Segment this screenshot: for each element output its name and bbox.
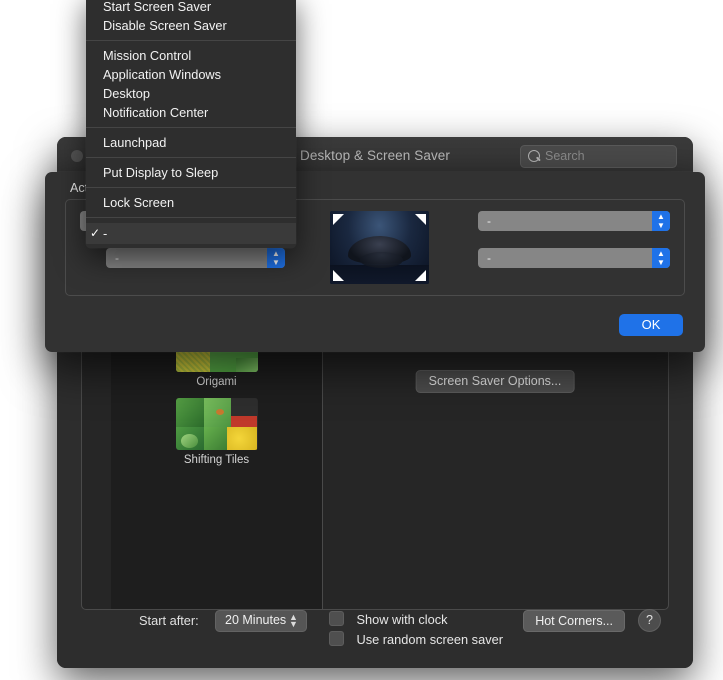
show-with-clock-label: Show with clock (356, 612, 448, 627)
start-after-select[interactable]: 20 Minutes ▲ ▼ (215, 610, 307, 632)
help-button[interactable]: ? (638, 609, 661, 632)
menu-item-notification-center[interactable]: Notification Center (86, 103, 296, 122)
menu-separator (86, 40, 296, 41)
hot-corner-bottom-right-select[interactable]: - ▲ ▼ (478, 248, 670, 268)
menu-separator (86, 127, 296, 128)
menu-item-none-selected[interactable]: ✓ - (86, 223, 296, 244)
chevron-updown-icon[interactable]: ▲▼ (652, 248, 670, 268)
menu-item-disable-screen-saver[interactable]: Disable Screen Saver (86, 16, 296, 35)
menu-separator (86, 217, 296, 218)
menu-item-label: - (103, 226, 108, 241)
corner-indicator-top-left (333, 214, 344, 225)
corner-indicator-bottom-right (415, 270, 426, 281)
desktop-background: Desktop & Screen Saver Search Flip-up (0, 0, 723, 680)
checkbox-box[interactable] (329, 631, 344, 646)
hot-corner-bottom-left-select[interactable]: - ▲ ▼ (106, 248, 285, 268)
search-placeholder: Search (545, 149, 585, 163)
chevron-updown-icon: ▲ ▼ (289, 612, 298, 629)
chevron-updown-icon[interactable]: ▲▼ (267, 248, 285, 268)
screen-saver-thumbnail[interactable] (175, 398, 258, 450)
menu-item-application-windows[interactable]: Application Windows (86, 65, 296, 84)
hot-corner-bottom-left-value: - (115, 251, 119, 265)
corner-indicator-top-right (415, 214, 426, 225)
screen-saver-name: Shifting Tiles (183, 454, 250, 466)
checkmark-icon: ✓ (90, 226, 101, 240)
screen-saver-name: Origami (196, 376, 237, 388)
menu-item-start-screen-saver[interactable]: Start Screen Saver (86, 0, 296, 16)
menu-item-lock-screen[interactable]: Lock Screen (86, 193, 296, 212)
desktop-preview-thumbnail (330, 211, 429, 284)
ok-button[interactable]: OK (619, 314, 683, 336)
menu-item-desktop[interactable]: Desktop (86, 84, 296, 103)
hot-corner-bottom-right-value: - (487, 251, 491, 265)
bottom-controls: Start after: 20 Minutes ▲ ▼ Show with clo… (81, 608, 669, 652)
show-with-clock-checkbox[interactable]: Show with clock (329, 611, 448, 629)
list-item[interactable]: Shifting Tiles (111, 398, 322, 466)
hot-corner-top-right-value: - (487, 214, 491, 228)
menu-separator (86, 157, 296, 158)
use-random-label: Use random screen saver (356, 632, 503, 647)
menu-item-put-display-to-sleep[interactable]: Put Display to Sleep (86, 163, 296, 182)
hot-corners-button[interactable]: Hot Corners... (523, 610, 625, 632)
start-after-value: 20 Minutes (225, 613, 287, 627)
checkbox-box[interactable] (329, 611, 344, 626)
hot-corner-action-menu[interactable]: Start Screen Saver Disable Screen Saver … (86, 0, 296, 248)
start-after-label: Start after: (139, 613, 199, 628)
search-input[interactable]: Search (520, 145, 677, 168)
corner-indicator-bottom-left (333, 270, 344, 281)
menu-item-launchpad[interactable]: Launchpad (86, 133, 296, 152)
menu-item-mission-control[interactable]: Mission Control (86, 46, 296, 65)
search-icon (528, 150, 540, 162)
use-random-screen-saver-checkbox[interactable]: Use random screen saver (329, 631, 503, 649)
screen-saver-options-button[interactable]: Screen Saver Options... (415, 370, 575, 393)
menu-separator (86, 187, 296, 188)
hot-corner-top-right-select[interactable]: - ▲ ▼ (478, 211, 670, 231)
chevron-updown-icon[interactable]: ▲▼ (652, 211, 670, 231)
